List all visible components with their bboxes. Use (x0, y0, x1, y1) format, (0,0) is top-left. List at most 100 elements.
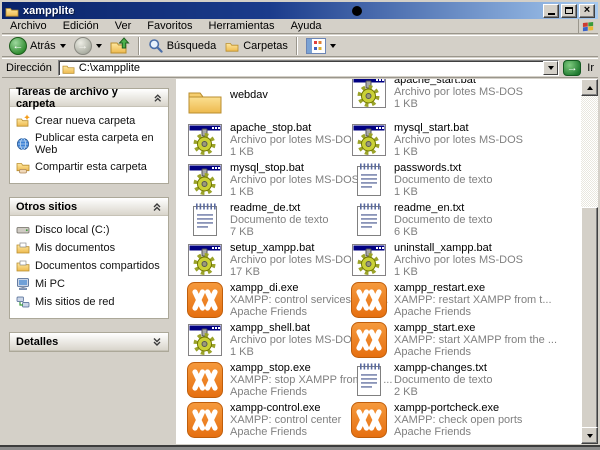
place-my-pc[interactable]: Mi PC (16, 275, 164, 293)
place-network[interactable]: Mis sitios de red (16, 293, 164, 311)
bat-file-icon (186, 241, 224, 279)
globe-icon (16, 137, 30, 151)
folder-icon (5, 4, 19, 18)
place-shared-documents[interactable]: Documentos compartidos (16, 257, 164, 275)
xampp-app-icon (350, 321, 388, 359)
file-type: Archivo por lotes MS-DOS (394, 254, 523, 266)
file-name: mysql_stop.bat (230, 162, 359, 174)
go-button[interactable]: → (563, 60, 581, 76)
search-icon (148, 38, 164, 54)
task-publish-web[interactable]: Publicar esta carpeta en Web (16, 130, 164, 158)
file-tile-xampp-start[interactable]: xampp_start.exe XAMPP: start XAMPP from … (350, 321, 550, 361)
section-header-details[interactable]: Detalles (10, 333, 168, 351)
file-name: xampp_shell.bat (230, 322, 359, 334)
forward-dropdown-icon[interactable] (96, 44, 102, 48)
views-dropdown-icon[interactable] (330, 44, 336, 48)
file-tile-apache-stop[interactable]: apache_stop.bat Archivo por lotes MS-DOS… (186, 121, 350, 161)
file-tile-xampp-portcheck[interactable]: xampp-portcheck.exe XAMPP: check open po… (350, 401, 550, 441)
address-input[interactable]: C:\xampplite (58, 60, 559, 76)
scrollbar-thumb[interactable] (581, 207, 598, 430)
file-size: 1 KB (230, 346, 359, 358)
section-title: Detalles (16, 336, 58, 348)
text-file-icon (186, 201, 224, 239)
documents-folder-icon (16, 241, 30, 255)
file-tile-xampp-stop[interactable]: xampp_stop.exe XAMPP: stop XAMPP from th… (186, 361, 350, 401)
file-type: Documento de texto (394, 174, 492, 186)
task-share-folder[interactable]: Compartir esta carpeta (16, 158, 164, 176)
chevron-down-icon (548, 66, 554, 70)
file-name: apache_start.bat (394, 79, 523, 86)
share-folder-icon (16, 160, 30, 174)
scroll-up-button[interactable] (581, 79, 598, 96)
file-tile-xampp-restart[interactable]: xampp_restart.exe XAMPP: restart XAMPP f… (350, 281, 550, 321)
section-details: Detalles (9, 332, 169, 352)
section-header-other-places[interactable]: Otros sitios (10, 198, 168, 216)
file-name: xampp-control.exe (230, 402, 341, 414)
xampp-app-icon (186, 281, 224, 319)
vertical-scrollbar[interactable] (581, 79, 598, 444)
task-create-folder[interactable]: Crear nueva carpeta (16, 112, 164, 130)
search-button[interactable]: Búsqueda (145, 36, 220, 56)
text-file-icon (350, 161, 388, 199)
file-name: xampp_restart.exe (394, 282, 552, 294)
menu-ver[interactable]: Ver (107, 19, 140, 33)
file-tile-webdav[interactable]: webdav (186, 81, 350, 121)
folders-label: Carpetas (243, 40, 288, 52)
file-tile-mysql-stop[interactable]: mysql_stop.bat Archivo por lotes MS-DOS … (186, 161, 350, 201)
up-button[interactable] (107, 36, 133, 56)
menu-favoritos[interactable]: Favoritos (139, 19, 200, 33)
toolbar: ← Atrás → Búsqueda Carpetas (2, 35, 598, 57)
file-publisher: Apache Friends (394, 426, 522, 438)
bat-file-icon (350, 79, 388, 111)
file-type: Archivo por lotes MS-DOS (394, 86, 523, 98)
file-tile-readme-de[interactable]: readme_de.txt Documento de texto 7 KB (186, 201, 350, 241)
file-tile-xampp-di[interactable]: xampp_di.exe XAMPP: control services fro… (186, 281, 350, 321)
file-tile-readme-en[interactable]: readme_en.txt Documento de texto 6 KB (350, 201, 550, 241)
menu-herramientas[interactable]: Herramientas (201, 19, 283, 33)
file-size: 17 KB (230, 266, 359, 278)
file-tile-passwords[interactable]: passwords.txt Documento de texto 1 KB (350, 161, 550, 201)
folders-button[interactable]: Carpetas (221, 36, 291, 56)
file-tile-setup-xampp[interactable]: setup_xampp.bat Archivo por lotes MS-DOS… (186, 241, 350, 281)
title-bar[interactable]: xampplite × (2, 2, 598, 19)
minimize-button[interactable] (543, 4, 559, 18)
place-local-disk[interactable]: Disco local (C:) (16, 221, 164, 239)
toolbar-separator (296, 37, 298, 55)
bat-file-icon (350, 241, 388, 279)
file-tile-xampp-control[interactable]: xampp-control.exe XAMPP: control center … (186, 401, 350, 441)
address-dropdown-button[interactable] (543, 61, 558, 75)
task-label: Compartir esta carpeta (35, 161, 147, 173)
file-name: readme_en.txt (394, 202, 492, 214)
file-name: xampp_start.exe (394, 322, 557, 334)
maximize-button[interactable] (561, 4, 577, 18)
file-tile-xampp-changes[interactable]: xampp-changes.txt Documento de texto 2 K… (350, 361, 550, 401)
file-tile-apache-start[interactable]: apache_start.bat Archivo por lotes MS-DO… (350, 79, 550, 121)
menu-archivo[interactable]: Archivo (2, 19, 55, 33)
file-size: 1 KB (394, 146, 523, 158)
file-tile-uninstall-xampp[interactable]: uninstall_xampp.bat Archivo por lotes MS… (350, 241, 550, 281)
scroll-down-button[interactable] (581, 427, 598, 444)
close-button[interactable]: × (579, 4, 595, 18)
back-button[interactable]: ← Atrás (6, 36, 69, 56)
file-type: Documento de texto (394, 374, 492, 386)
window-title: xampplite (23, 5, 541, 17)
shared-documents-icon (16, 259, 30, 273)
file-publisher: Apache Friends (394, 306, 552, 318)
back-dropdown-icon[interactable] (60, 44, 66, 48)
place-label: Mis documentos (35, 242, 115, 254)
menu-ayuda[interactable]: Ayuda (283, 19, 330, 33)
file-type: Documento de texto (230, 214, 328, 226)
file-tile-mysql-start[interactable]: mysql_start.bat Archivo por lotes MS-DOS… (350, 121, 550, 161)
views-button[interactable] (303, 36, 339, 56)
place-my-documents[interactable]: Mis documentos (16, 239, 164, 257)
forward-button[interactable]: → (71, 36, 105, 56)
menu-edicion[interactable]: Edición (55, 19, 107, 33)
folder-icon (186, 81, 224, 119)
chevron-up-icon (153, 93, 162, 103)
file-type: Archivo por lotes MS-DOS (394, 134, 523, 146)
folders-icon (224, 39, 240, 53)
bat-file-icon (186, 121, 224, 159)
file-tile-xampp-shell[interactable]: xampp_shell.bat Archivo por lotes MS-DOS… (186, 321, 350, 361)
section-header-file-tasks[interactable]: Tareas de archivo y carpeta (10, 89, 168, 107)
file-type: Archivo por lotes MS-DOS (230, 334, 359, 346)
